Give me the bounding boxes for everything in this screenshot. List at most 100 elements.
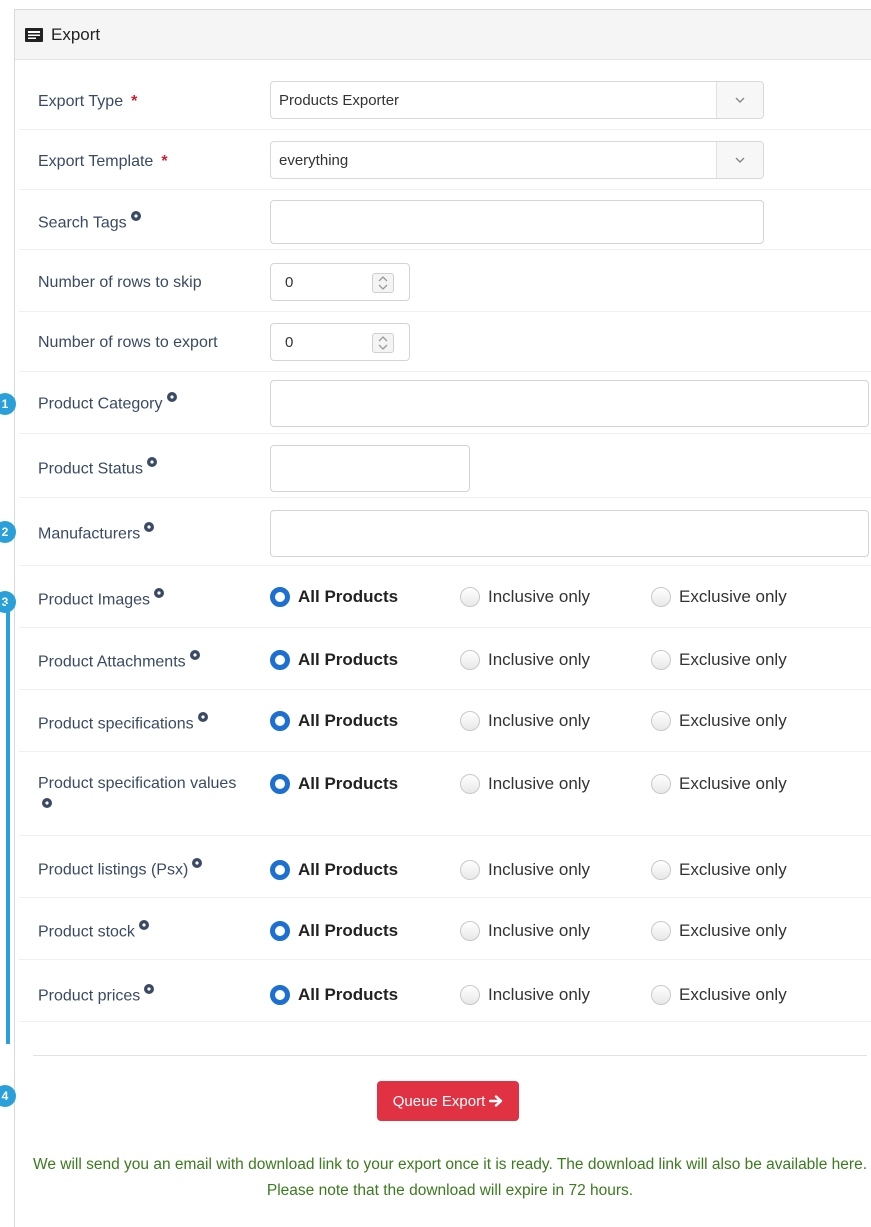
radio-checked-icon[interactable] (270, 774, 290, 794)
radio-unchecked-icon[interactable] (651, 711, 671, 731)
divider (33, 1055, 867, 1056)
manufacturers-input[interactable] (270, 510, 869, 557)
radio-option[interactable]: Inclusive only (460, 921, 590, 941)
panel-header: Export (15, 10, 871, 60)
radio-option[interactable]: Exclusive only (651, 774, 787, 794)
radio-option-label: Inclusive only (488, 774, 591, 793)
rows-export-label: Number of rows to export (38, 334, 218, 351)
radio-option[interactable]: Inclusive only (460, 650, 590, 670)
spinner-icon[interactable] (372, 333, 394, 353)
radio-row-label: Product prices (38, 982, 238, 1008)
radio-unchecked-icon[interactable] (651, 774, 671, 794)
radio-option[interactable]: All Products (270, 650, 398, 670)
radio-option[interactable]: Inclusive only (460, 985, 590, 1005)
export-template-select[interactable]: everything (270, 141, 764, 179)
radio-option-label: Inclusive only (488, 860, 591, 879)
rows-skip-value: 0 (285, 273, 294, 291)
radio-option[interactable]: Inclusive only (460, 774, 590, 794)
radio-option-label: Inclusive only (488, 650, 591, 669)
radio-unchecked-icon[interactable] (460, 587, 480, 607)
rows-export-row: Number of rows to export (19, 312, 871, 372)
radio-unchecked-icon[interactable] (651, 860, 671, 880)
product-category-input[interactable] (270, 380, 869, 427)
radio-unchecked-icon[interactable] (460, 711, 480, 731)
help-icon[interactable] (166, 390, 177, 414)
export-template-value: everything (279, 151, 349, 169)
radio-option-label: Inclusive only (488, 711, 591, 730)
help-icon[interactable] (189, 648, 200, 672)
rows-skip-label: Number of rows to skip (38, 274, 202, 291)
radio-option[interactable]: Exclusive only (651, 711, 787, 731)
help-icon[interactable] (138, 918, 149, 942)
product-status-input[interactable] (270, 445, 470, 492)
radio-unchecked-icon[interactable] (460, 860, 480, 880)
radio-option[interactable]: Exclusive only (651, 921, 787, 941)
panel-title: Export (51, 24, 101, 44)
radio-option[interactable]: All Products (270, 774, 398, 794)
radio-checked-icon[interactable] (270, 921, 290, 941)
export-card-icon (25, 27, 43, 42)
radio-option-label: Exclusive only (679, 921, 787, 940)
radio-unchecked-icon[interactable] (460, 921, 480, 941)
radio-option[interactable]: Exclusive only (651, 650, 787, 670)
radio-option[interactable]: All Products (270, 860, 398, 880)
radio-option-label: Inclusive only (488, 921, 591, 940)
help-icon[interactable] (192, 856, 203, 880)
help-icon[interactable] (154, 586, 165, 610)
rows-export-stepper[interactable]: 0 (270, 323, 410, 361)
radio-checked-icon[interactable] (270, 587, 290, 607)
manufacturers-label: Manufacturers (38, 520, 155, 546)
radio-checked-icon[interactable] (270, 860, 290, 880)
radio-option-label: Exclusive only (679, 587, 787, 606)
queue-export-button[interactable]: Queue Export (377, 1081, 519, 1121)
radio-unchecked-icon[interactable] (460, 650, 480, 670)
export-type-select[interactable]: Products Exporter (270, 81, 764, 119)
radio-checked-icon[interactable] (270, 650, 290, 670)
arrow-right-icon (489, 1095, 503, 1107)
radio-unchecked-icon[interactable] (651, 587, 671, 607)
radio-row-label: Product Attachments (38, 648, 238, 674)
radio-row: Product listings (Psx) All Products Inclus… (19, 836, 871, 898)
radio-row: Product stock All Products Inclusive only E… (19, 898, 871, 960)
radio-option[interactable]: Inclusive only (460, 587, 590, 607)
radio-unchecked-icon[interactable] (651, 985, 671, 1005)
radio-option[interactable]: Exclusive only (651, 860, 787, 880)
radio-unchecked-icon[interactable] (460, 774, 480, 794)
help-icon[interactable] (197, 710, 208, 734)
export-template-label: Export Template * (38, 153, 168, 170)
radio-option-label: Exclusive only (679, 711, 787, 730)
radio-option[interactable]: All Products (270, 711, 398, 731)
chevron-down-icon[interactable] (716, 142, 763, 178)
radio-row: Product prices All Products Inclusive only… (19, 960, 871, 1022)
radio-option[interactable]: Inclusive only (460, 711, 590, 731)
radio-option-label: All Products (298, 774, 399, 793)
radio-option[interactable]: Exclusive only (651, 985, 787, 1005)
help-icon[interactable] (130, 209, 141, 233)
radio-option-label: All Products (298, 921, 399, 940)
radio-checked-icon[interactable] (270, 985, 290, 1005)
search-tags-label: Search Tags (38, 209, 141, 235)
export-type-value: Products Exporter (279, 91, 400, 109)
radio-option[interactable]: Inclusive only (460, 860, 590, 880)
radio-option-label: Exclusive only (679, 985, 787, 1004)
radio-unchecked-icon[interactable] (651, 921, 671, 941)
required-mark: * (131, 93, 138, 110)
help-icon[interactable] (144, 982, 155, 1006)
radio-option[interactable]: Exclusive only (651, 587, 787, 607)
radio-option[interactable]: All Products (270, 921, 398, 941)
rows-skip-stepper[interactable]: 0 (270, 263, 410, 301)
help-icon[interactable] (144, 520, 155, 544)
export-notice: We will send you an email with download … (33, 1156, 868, 1199)
radio-checked-icon[interactable] (270, 711, 290, 731)
radio-option[interactable]: All Products (270, 587, 398, 607)
help-icon[interactable] (146, 455, 157, 479)
radio-row-label: Product specifications (38, 710, 238, 736)
radio-unchecked-icon[interactable] (651, 650, 671, 670)
radio-row: Product Attachments All Products Inclusive… (19, 628, 871, 690)
search-tags-input[interactable] (270, 200, 764, 244)
chevron-down-icon[interactable] (716, 82, 763, 118)
radio-option[interactable]: All Products (270, 985, 398, 1005)
radio-unchecked-icon[interactable] (460, 985, 480, 1005)
help-icon[interactable] (42, 796, 52, 820)
spinner-icon[interactable] (372, 273, 394, 293)
